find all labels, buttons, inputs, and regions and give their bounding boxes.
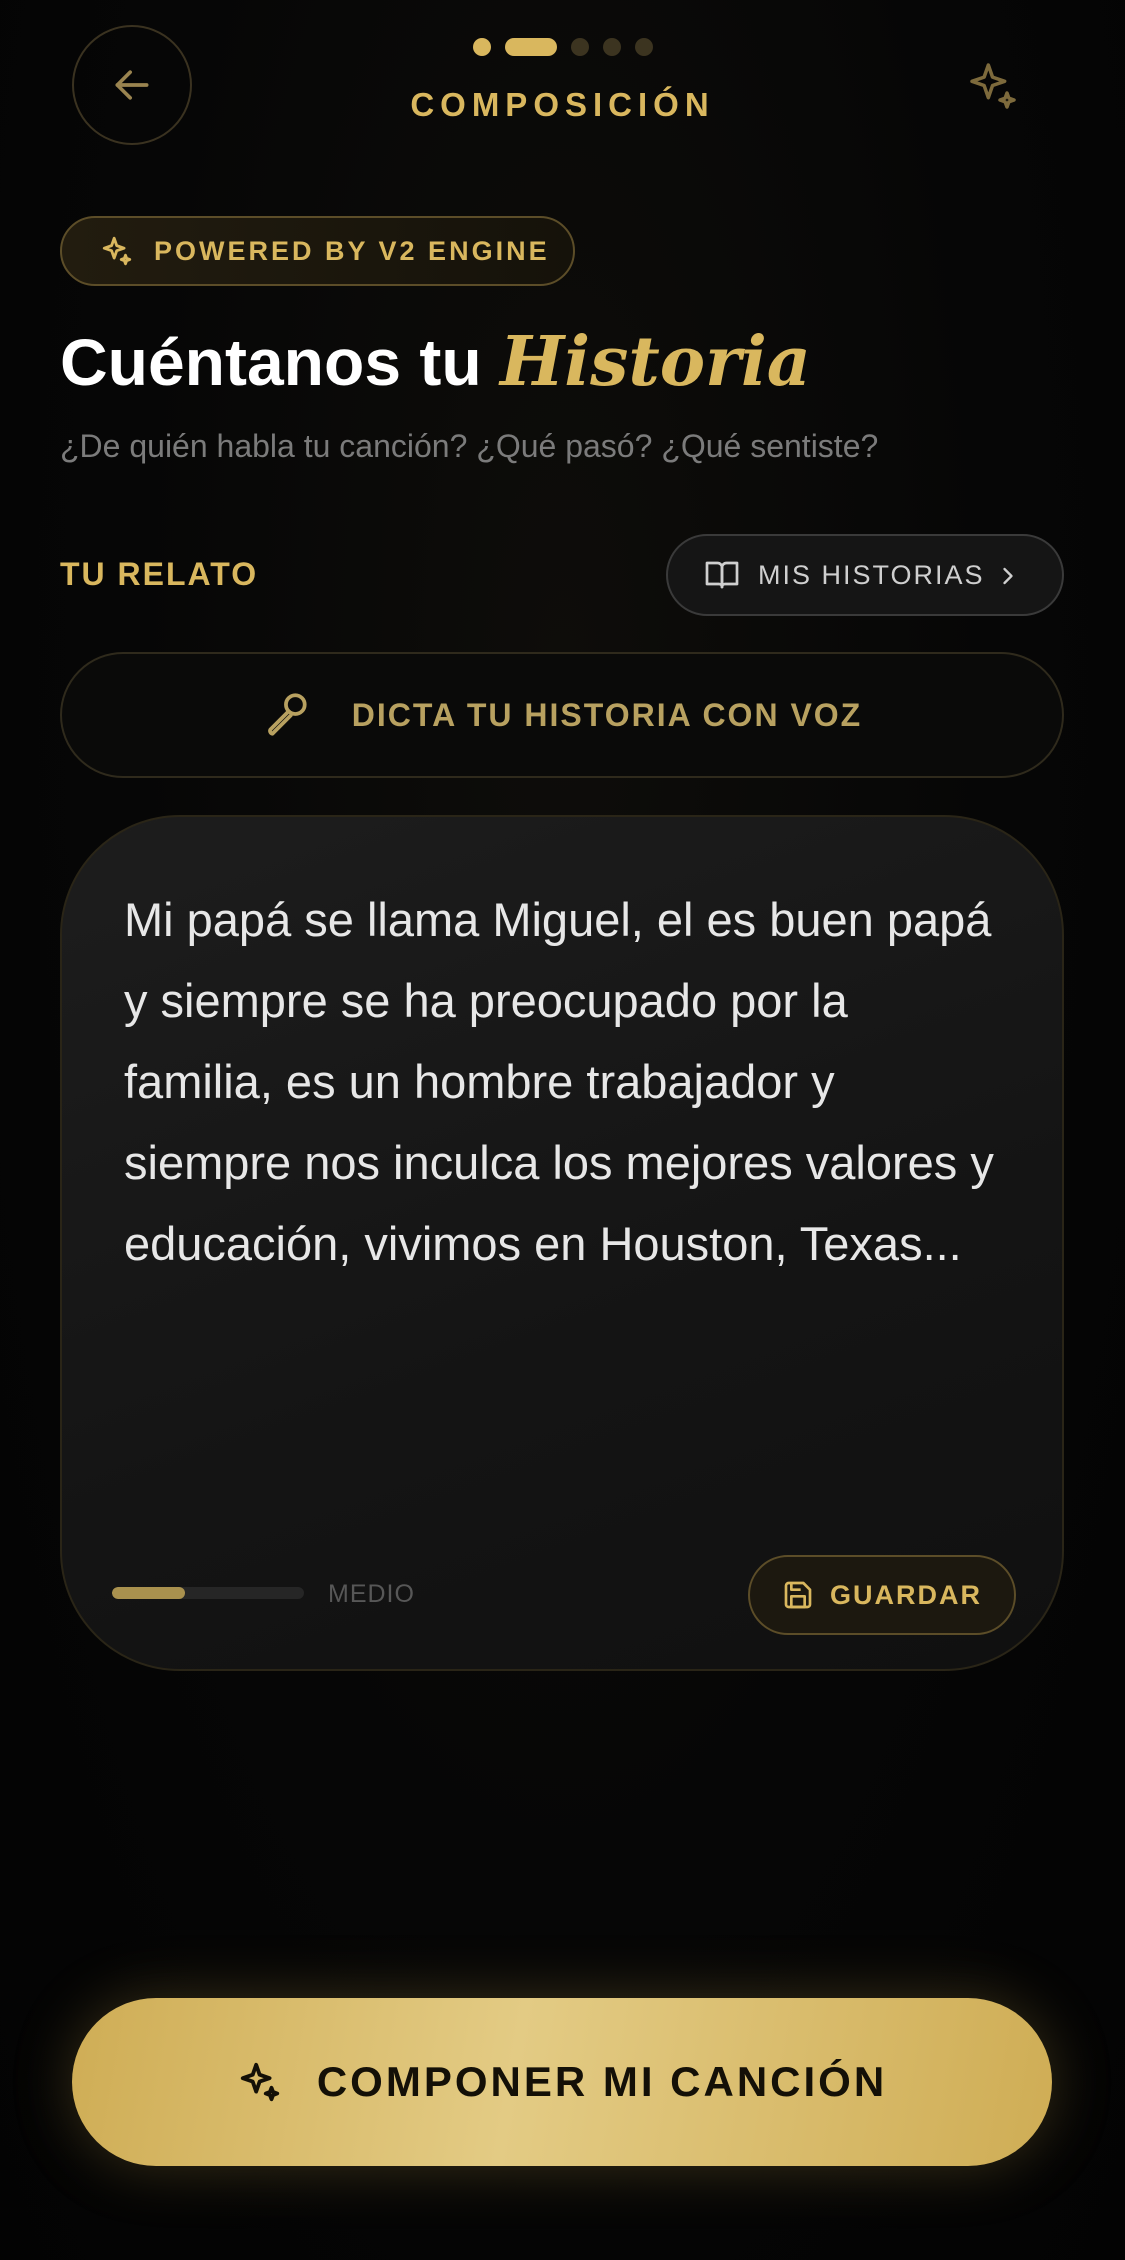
- compose-song-button[interactable]: COMPONER MI CANCIÓN: [72, 1998, 1052, 2166]
- story-length-fill: [112, 1587, 185, 1599]
- step-title: COMPOSICIÓN: [410, 86, 715, 123]
- section-label: TU RELATO: [60, 556, 259, 592]
- page-title-main: Cuéntanos tu: [60, 325, 482, 399]
- step-dot: [570, 38, 589, 56]
- story-length-level: MEDIO: [328, 1580, 415, 1608]
- step-dot: [602, 38, 621, 56]
- voice-dictation-label: DICTA TU HISTORIA CON VOZ: [351, 696, 863, 733]
- compose-song-label: COMPONER MI CANCIÓN: [316, 2058, 888, 2105]
- story-textarea[interactable]: Mi papá se llama Miguel, el es buen papá…: [124, 879, 1004, 1284]
- save-button-label: GUARDAR: [830, 1579, 982, 1610]
- my-stories-button[interactable]: MIS HISTORIAS: [666, 534, 1064, 616]
- book-open-icon: [705, 561, 739, 589]
- page-title: Cuéntanos tu Historia: [60, 322, 811, 402]
- my-stories-label: MIS HISTORIAS: [758, 559, 985, 590]
- voice-dictation-button[interactable]: DICTA TU HISTORIA CON VOZ: [60, 652, 1064, 778]
- save-icon: [784, 1581, 812, 1609]
- sparkles-icon: [102, 236, 132, 266]
- engine-badge: POWERED BY V2 ENGINE: [60, 216, 575, 286]
- microphone-icon: [267, 693, 307, 736]
- step-dot: [634, 38, 653, 56]
- story-composition-screen: COMPOSICIÓN POWERED BY V2 ENGINE Cuéntan…: [0, 0, 1125, 2260]
- page-subtitle: ¿De quién habla tu canción? ¿Qué pasó? ¿…: [60, 428, 879, 464]
- sparkles-icon[interactable]: [965, 58, 1021, 114]
- step-dot: [472, 38, 491, 56]
- story-input-card[interactable]: Mi papá se llama Miguel, el es buen papá…: [60, 815, 1064, 1671]
- story-length-meter: [112, 1587, 304, 1599]
- step-indicator: [0, 38, 1125, 56]
- page-title-accent: Historia: [500, 322, 811, 402]
- step-dot: [504, 38, 557, 56]
- save-button[interactable]: GUARDAR: [748, 1555, 1016, 1635]
- engine-badge-label: POWERED BY V2 ENGINE: [154, 235, 550, 266]
- chevron-right-icon: [1003, 567, 1013, 585]
- sparkles-icon: [240, 2062, 279, 2102]
